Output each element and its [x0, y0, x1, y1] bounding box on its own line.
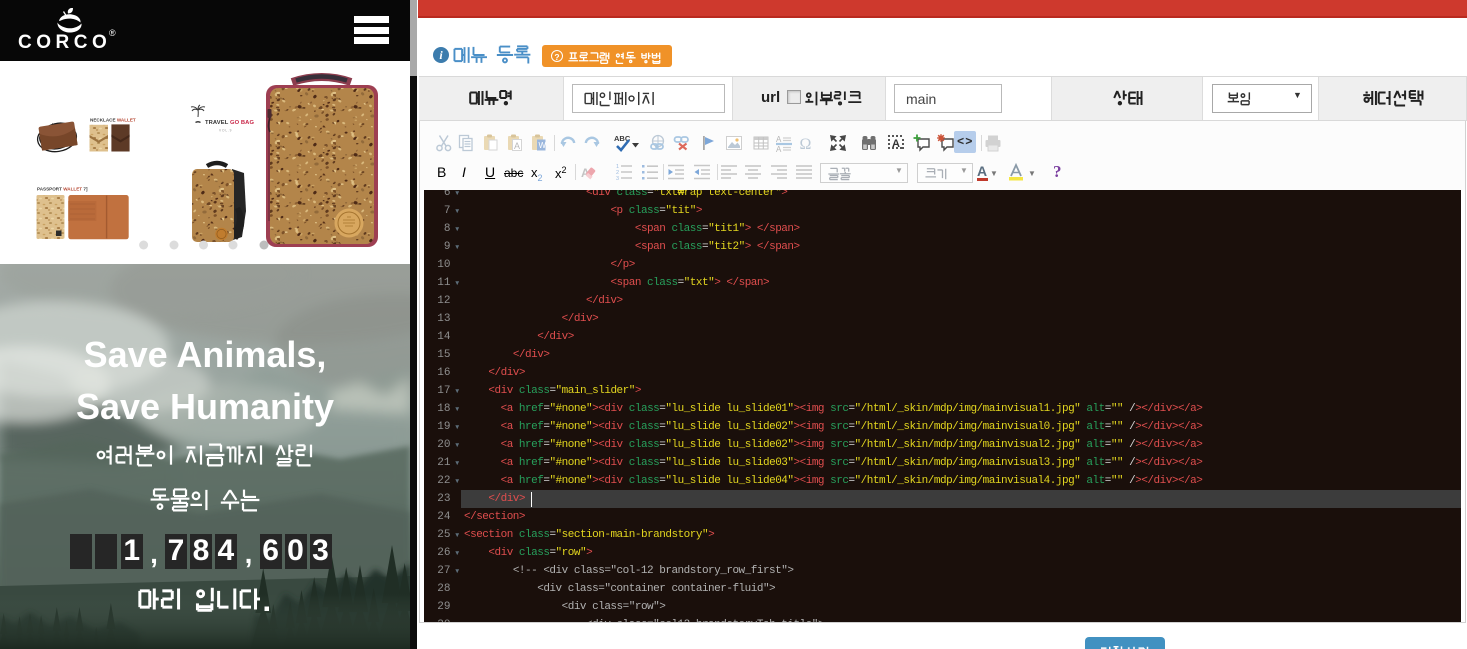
svg-text:3: 3 [616, 176, 619, 182]
svg-text:TRAVEL GO BAG: TRAVEL GO BAG [205, 120, 254, 126]
svg-text:A: A [514, 141, 520, 151]
svg-text:A: A [776, 135, 782, 144]
svg-text:A: A [892, 138, 900, 150]
svg-text:Ω: Ω [800, 136, 812, 153]
svg-text:PASSPORT WALLET 7]: PASSPORT WALLET 7] [37, 187, 88, 192]
svg-text:V O L . 9: V O L . 9 [219, 129, 232, 133]
svg-text:W: W [539, 141, 547, 150]
svg-text:A: A [776, 145, 782, 153]
svg-text:NECKLACE WALLET: NECKLACE WALLET [90, 118, 136, 123]
